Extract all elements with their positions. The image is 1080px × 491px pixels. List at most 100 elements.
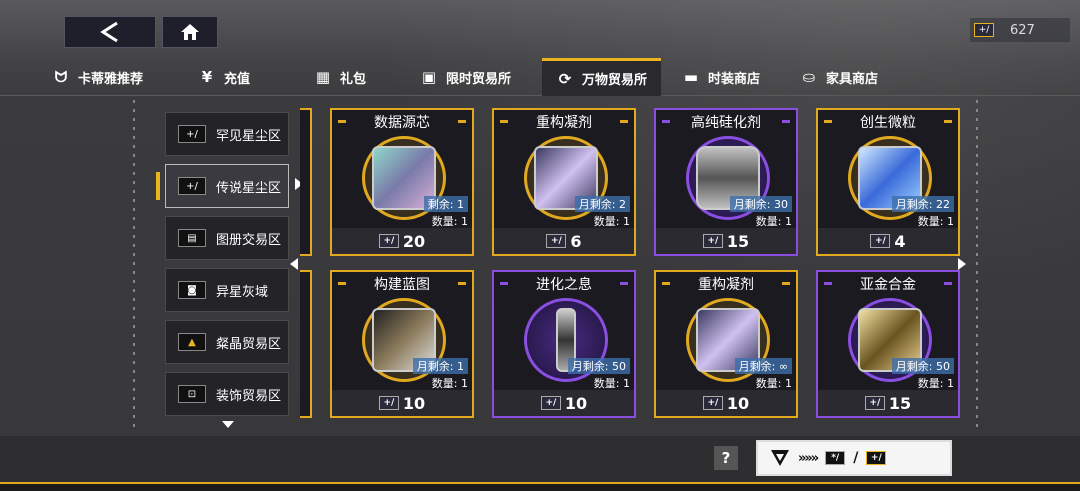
help-label: ?	[721, 449, 731, 467]
timer-shop-icon: ▣	[421, 68, 437, 86]
price-value: 15	[726, 231, 750, 251]
back-arrow-icon	[100, 21, 118, 43]
item-title: 进化之息	[536, 277, 592, 293]
tab-limited-trade[interactable]: ▣ 限时贸易所	[420, 58, 511, 96]
ticket-icon: +/	[974, 23, 994, 37]
ticket-icon: +/	[378, 396, 399, 410]
item-title: 构建蓝图	[374, 277, 430, 293]
item-quantity: 数量: 1	[755, 377, 792, 390]
price-value: 10	[564, 393, 588, 413]
tab-label: 万物贸易所	[582, 73, 648, 88]
selected-indicator	[156, 172, 160, 200]
shop-item-card[interactable]: 亚金合金 月剩余: 50 数量: 1 +/15	[816, 270, 960, 418]
ticket-icon: +/	[540, 396, 561, 410]
sidebar-item-label: 粲晶贸易区	[216, 336, 282, 352]
currency-amount: 627	[1010, 22, 1035, 38]
tab-universal-trade[interactable]: ⟳ 万物贸易所	[542, 58, 662, 96]
scroll-right-icon[interactable]	[958, 258, 966, 270]
chevrons-icon: »»»	[798, 450, 819, 466]
tab-label: 礼包	[340, 71, 367, 87]
tab-label: 限时贸易所	[446, 71, 512, 87]
help-button[interactable]: ?	[714, 446, 738, 470]
item-price: +/10	[332, 390, 472, 416]
monthly-remaining: 月剩余: 50	[891, 358, 954, 374]
shop-item-card[interactable]: 进化之息 月剩余: 50 数量: 1 +/10	[492, 270, 636, 418]
chip-icon: ◙	[178, 281, 206, 299]
monthly-remaining: 剩余: 1	[423, 196, 468, 212]
sidebar-item-label: 异星灰域	[216, 284, 269, 300]
tab-recharge[interactable]: ¥ 充值	[198, 58, 250, 96]
sidebar-item-rare-stardust[interactable]: +/ 罕见星尘区	[165, 112, 289, 156]
exchange-icon: ⟳	[558, 69, 572, 88]
item-price: +/4	[818, 228, 958, 254]
sidebar-item-alien-gray[interactable]: ◙ 异星灰域	[165, 268, 289, 312]
price-value: 20	[402, 231, 426, 251]
tab-gift-pack[interactable]: ▦ 礼包	[314, 58, 366, 96]
shop-item-card[interactable]: 重构凝剂 月剩余: 2 数量: 1 +/6	[492, 108, 636, 256]
item-quantity: 数量: 1	[755, 215, 792, 228]
album-icon: ▤	[178, 229, 206, 247]
item-title: 亚金合金	[860, 277, 916, 293]
sidebar-item-crystal-trade[interactable]: ▲ 粲晶贸易区	[165, 320, 289, 364]
ticket-icon: +/	[378, 234, 399, 248]
item-title: 数据源芯	[374, 115, 430, 131]
item-title: 创生微粒	[860, 115, 916, 131]
sidebar-item-label: 装饰贸易区	[216, 388, 282, 404]
item-price: +/15	[818, 390, 958, 416]
shop-item-card[interactable]: 高纯硅化剂 月剩余: 30 数量: 1 +/15	[654, 108, 798, 256]
currency-display: +/ 627	[970, 18, 1070, 42]
sidebar-rail	[133, 100, 135, 430]
monthly-remaining: 月剩余: ∞	[734, 358, 792, 374]
tab-fashion-shop[interactable]: ▬ 时装商店	[682, 58, 760, 96]
sofa-icon: ⛀	[802, 68, 816, 86]
wardrobe-icon: ▬	[683, 68, 699, 86]
sidebar-item-legend-stardust[interactable]: +/ 传说星尘区	[165, 164, 289, 208]
shop-item-card[interactable]: 重构凝剂 月剩余: ∞ 数量: 1 +/10	[654, 270, 798, 418]
item-grid: 数据源芯 剩余: 1 数量: 1 +/20 重构凝剂 月剩余: 2 数量: 1 …	[300, 100, 960, 430]
sidebar-item-album-trade[interactable]: ▤ 图册交易区	[165, 216, 289, 260]
back-button[interactable]	[64, 16, 156, 48]
sidebar-item-decor-trade[interactable]: ⊡ 装饰贸易区	[165, 372, 289, 416]
item-price: +/10	[656, 390, 796, 416]
tab-katya-recommend[interactable]: ᗢ 卡蒂雅推荐	[52, 58, 143, 96]
yen-icon: ¥	[201, 68, 213, 86]
home-icon	[181, 24, 199, 40]
tab-label: 充值	[224, 71, 251, 87]
scroll-down-icon[interactable]	[222, 421, 234, 428]
gift-icon: ▦	[315, 68, 331, 86]
ticket-icon: +/	[866, 451, 887, 465]
ticket-icon: +/	[178, 125, 206, 143]
partial-card	[300, 108, 312, 256]
right-rail	[976, 100, 978, 430]
ticket-icon: +/	[178, 177, 206, 195]
tab-label: 时装商店	[708, 71, 761, 87]
item-price: +/6	[494, 228, 634, 254]
logo-icon	[771, 450, 789, 466]
shop-item-card[interactable]: 构建蓝图 月剩余: 1 数量: 1 +/10	[330, 270, 474, 418]
item-quantity: 数量: 1	[917, 377, 954, 390]
home-button[interactable]	[162, 16, 218, 48]
monthly-remaining: 月剩余: 30	[729, 196, 792, 212]
sidebar-item-label: 图册交易区	[216, 232, 282, 248]
star-ticket-icon: */	[825, 451, 846, 465]
ticket-icon: +/	[870, 234, 891, 248]
item-title: 重构凝剂	[536, 115, 592, 131]
shop-item-card[interactable]: 创生微粒 月剩余: 22 数量: 1 +/4	[816, 108, 960, 256]
partial-card	[300, 270, 312, 418]
ticket-icon: +/	[702, 234, 723, 248]
item-price: +/15	[656, 228, 796, 254]
exchange-separator: /	[853, 450, 859, 466]
tab-furniture-shop[interactable]: ⛀ 家具商店	[800, 58, 878, 96]
tab-label: 卡蒂雅推荐	[78, 71, 144, 87]
ticket-icon: +/	[546, 234, 567, 248]
ticket-icon: +/	[864, 396, 885, 410]
price-value: 10	[726, 393, 750, 413]
currency-exchange-button[interactable]: »»» */ / +/	[756, 440, 952, 476]
item-quantity: 数量: 1	[431, 377, 468, 390]
item-price: +/20	[332, 228, 472, 254]
price-value: 10	[402, 393, 426, 413]
bottom-stripe	[0, 482, 1080, 491]
price-value: 6	[570, 231, 582, 251]
shop-item-card[interactable]: 数据源芯 剩余: 1 数量: 1 +/20	[330, 108, 474, 256]
scroll-left-icon[interactable]	[290, 258, 298, 270]
